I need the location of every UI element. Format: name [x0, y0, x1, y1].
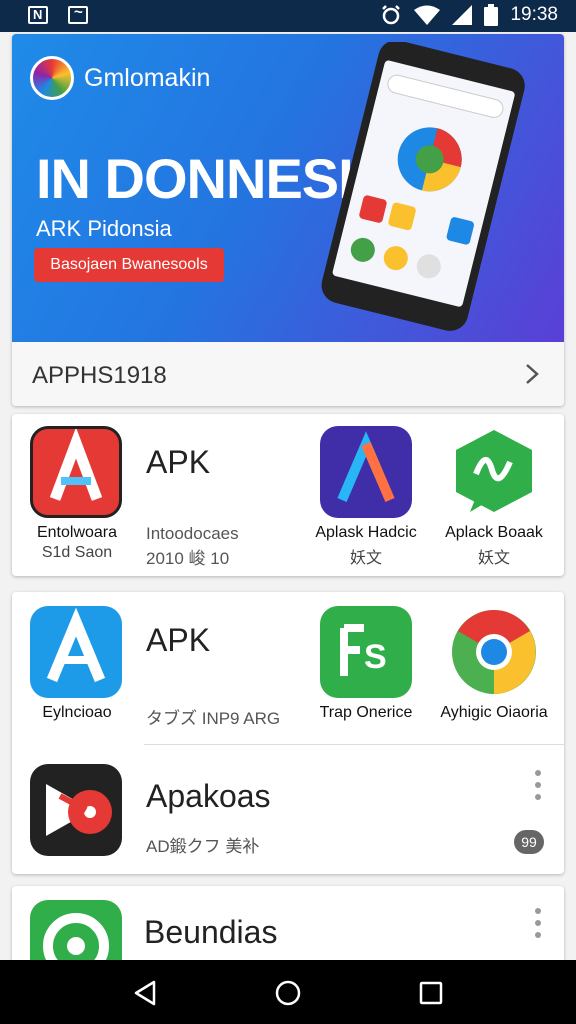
- list-item-subtitle: AD鍛クフ 美补: [146, 837, 260, 856]
- banner-footer-label: APPHS1918: [32, 362, 167, 389]
- music-record-icon[interactable]: [30, 764, 122, 856]
- battery-icon: [484, 4, 499, 26]
- phone-illustration: [321, 42, 525, 331]
- list-item-title[interactable]: Apakoas: [146, 778, 271, 815]
- wifi-icon: [414, 5, 441, 25]
- app-caption: Entolwoara: [36, 524, 118, 541]
- recents-icon[interactable]: [416, 978, 446, 1008]
- app-subtitle-2: 2010 峻 10: [146, 549, 230, 568]
- app-title[interactable]: APK: [146, 444, 210, 481]
- a-purple-icon[interactable]: [320, 426, 412, 518]
- app-name[interactable]: Ayhigic Oiaoria: [429, 704, 559, 722]
- more-vert-icon[interactable]: [534, 908, 542, 944]
- apk-a-blue-icon[interactable]: [30, 606, 122, 698]
- signal-icon: [452, 5, 473, 25]
- more-vert-icon[interactable]: [534, 770, 542, 806]
- apk-a-red-icon[interactable]: [30, 426, 122, 518]
- app-name[interactable]: Trap Onerice: [301, 704, 431, 722]
- notification-n-icon: [28, 6, 48, 24]
- chevron-right-icon[interactable]: [522, 364, 542, 384]
- green-chat-icon[interactable]: [448, 426, 540, 518]
- app-card-2: APK タブズ INP9 ARG Eylncioao S Trap Oneric…: [12, 592, 564, 874]
- divider: [144, 744, 564, 745]
- status-bar: 19:38: [0, 0, 576, 32]
- app-caption: Eylncioao: [42, 704, 112, 721]
- navigation-bar: [0, 960, 576, 1024]
- banner-subhead: ARK Pidonsia: [36, 216, 172, 241]
- badge-icon: 99: [514, 830, 544, 854]
- app-card-1: APK Intoodocaes 2010 峻 10 Entolwoara S1d…: [12, 414, 564, 576]
- featured-banner-card[interactable]: Gmlomakin IN DONNESIA ARK Pidonsia Basoj…: [12, 34, 564, 406]
- app-subtitle: タブズ INP9 ARG: [146, 709, 281, 728]
- brand-name: Gmlomakin: [84, 64, 211, 92]
- app-title[interactable]: APK: [146, 622, 210, 659]
- banner-cta-button[interactable]: Basojaen Bwanesools: [34, 248, 224, 282]
- promo-banner[interactable]: Gmlomakin IN DONNESIA ARK Pidonsia Basoj…: [12, 34, 564, 342]
- chrome-icon[interactable]: [448, 606, 540, 698]
- home-icon[interactable]: [273, 978, 303, 1008]
- app-sub-label: 妖文: [477, 550, 510, 567]
- svg-text:S: S: [364, 638, 387, 676]
- alarm-icon: [382, 5, 401, 25]
- status-time: 19:38: [510, 4, 558, 25]
- fs-green-icon[interactable]: S: [320, 606, 412, 698]
- notification-m-icon: [68, 4, 88, 24]
- brand-logo: [30, 56, 74, 100]
- list-item-title[interactable]: Beundias: [144, 914, 277, 951]
- banner-footer[interactable]: APPHS1918: [12, 342, 564, 406]
- app-subtitle: Intoodocaes: [146, 524, 239, 543]
- app-sub-label: 妖文: [349, 550, 382, 567]
- app-name[interactable]: Aplask Hadcic: [301, 524, 431, 542]
- app-name[interactable]: Aplack Boaak: [429, 524, 559, 542]
- back-icon[interactable]: [130, 978, 160, 1008]
- app-caption-2: S1d Saon: [41, 544, 113, 561]
